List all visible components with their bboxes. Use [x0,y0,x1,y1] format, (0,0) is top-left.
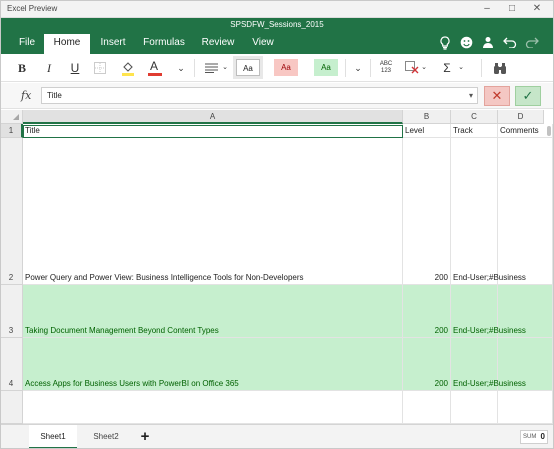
sheet-tab-sheet1[interactable]: Sheet1 [29,425,77,448]
cell[interactable] [498,285,553,338]
row-header [1,391,23,424]
sheet-tab-bar: Sheet1 Sheet2 + SUM 0 [1,424,553,448]
cell[interactable]: Power Query and Power View: Business Int… [23,138,403,285]
column-header-c[interactable]: C [451,110,498,124]
formula-input[interactable]: Title ▾ [41,87,478,104]
sum-label: SUM [523,434,537,440]
fx-label: fx [21,89,32,102]
share-icon[interactable] [480,36,496,52]
clear-chevron-icon[interactable]: ⌄ [419,58,429,78]
cell[interactable] [403,391,451,424]
sum-indicator[interactable]: SUM 0 [520,430,548,444]
row-header[interactable]: 3 [1,285,23,338]
toolbar-divider [194,59,195,77]
find-icon[interactable] [491,58,509,78]
spelling-button[interactable]: ABC 123 [376,58,396,78]
cell[interactable]: End-User;#Business [451,338,526,391]
add-sheet-button[interactable]: + [137,427,153,447]
column-header-d[interactable]: D [498,110,544,124]
table-row: Access Apps for Business Users with Powe… [23,338,553,391]
tab-insert[interactable]: Insert [95,34,131,54]
style-bad-button[interactable]: Aa [274,59,298,76]
active-cell-outline [23,125,403,138]
ribbon-header: SPSDFW_Sessions_2015 File Home Insert Fo… [1,18,553,54]
style-normal-button[interactable]: Aa [236,59,260,76]
title-bar: Excel Preview – □ ✕ [1,1,553,18]
undo-icon[interactable] [502,36,518,52]
home-toolbar: B I U A ⌄ ⌄ Aa Aa Aa ⌄ ABC 123 ⌄ Σ ⌄ [1,54,553,82]
cell[interactable]: Track [451,124,498,138]
toolbar-divider [345,59,346,77]
row-header[interactable]: 1 [1,124,23,138]
worksheet-grid[interactable]: A B C D 1 2 3 4 Title Level Track Commen… [1,110,553,424]
app-title: Excel Preview [7,4,58,13]
cancel-entry-button[interactable]: ✕ [484,86,510,106]
cell[interactable]: Level [403,124,451,138]
font-color-swatch [148,73,162,76]
formula-expand-icon[interactable]: ▾ [469,88,473,103]
column-header-b[interactable]: B [403,110,451,124]
table-row: Power Query and Power View: Business Int… [23,138,553,285]
chevron-down-icon[interactable]: ⌄ [175,58,187,78]
font-color-button[interactable]: A [146,58,164,78]
document-title: SPSDFW_Sessions_2015 [230,20,324,29]
app-window: Excel Preview – □ ✕ SPSDFW_Sessions_2015… [0,0,554,449]
cell[interactable]: End-User;#Business [451,285,526,338]
table-row [23,391,553,424]
underline-button[interactable]: U [67,58,83,78]
formula-value: Title [47,91,62,100]
maximize-button[interactable]: □ [500,1,524,17]
tab-formulas[interactable]: Formulas [140,34,188,54]
redo-icon[interactable] [524,36,540,52]
tab-home[interactable]: Home [44,34,90,54]
tab-view[interactable]: View [247,34,279,54]
lightbulb-icon[interactable] [437,36,453,52]
vertical-scrollbar[interactable] [547,126,551,136]
align-chevron-icon[interactable]: ⌄ [221,58,229,78]
tab-file[interactable]: File [13,34,41,54]
cell[interactable]: Comments [498,124,553,138]
close-button[interactable]: ✕ [525,1,549,17]
minimize-button[interactable]: – [475,1,499,17]
borders-icon[interactable] [92,58,108,78]
autosum-chevron-icon[interactable]: ⌄ [456,58,466,78]
cell[interactable]: Taking Document Management Beyond Conten… [23,285,403,338]
autosum-button[interactable]: Σ [439,58,455,78]
toolbar-divider [481,59,482,77]
sheet-tab-sheet2[interactable]: Sheet2 [83,425,129,448]
align-icon[interactable] [201,58,221,78]
bold-button[interactable]: B [14,58,30,78]
cell[interactable] [23,391,403,424]
italic-button[interactable]: I [41,58,57,78]
fill-color-icon[interactable] [119,58,137,78]
column-header-a[interactable]: A [23,110,403,124]
cell[interactable] [498,391,553,424]
cell[interactable]: 200 [403,138,451,285]
styles-chevron-icon[interactable]: ⌄ [351,58,365,78]
sum-value: 0 [540,432,545,441]
cell[interactable]: End-User;#Business [451,138,526,285]
cell[interactable]: Access Apps for Business Users with Powe… [23,338,403,391]
formula-bar: fx Title ▾ ✕ ✓ [1,83,553,109]
select-all-corner[interactable] [1,110,23,124]
cell[interactable] [498,338,553,391]
tab-review[interactable]: Review [198,34,238,54]
cell[interactable] [451,391,498,424]
style-good-button[interactable]: Aa [314,59,338,76]
toolbar-divider [370,59,371,77]
row-header[interactable]: 2 [1,138,23,285]
row-header[interactable]: 4 [1,338,23,391]
table-row: Taking Document Management Beyond Conten… [23,285,553,338]
smiley-icon[interactable] [458,36,474,52]
cell[interactable] [498,138,553,285]
cell[interactable]: 200 [403,338,451,391]
cell[interactable]: 200 [403,285,451,338]
confirm-entry-button[interactable]: ✓ [515,86,541,106]
